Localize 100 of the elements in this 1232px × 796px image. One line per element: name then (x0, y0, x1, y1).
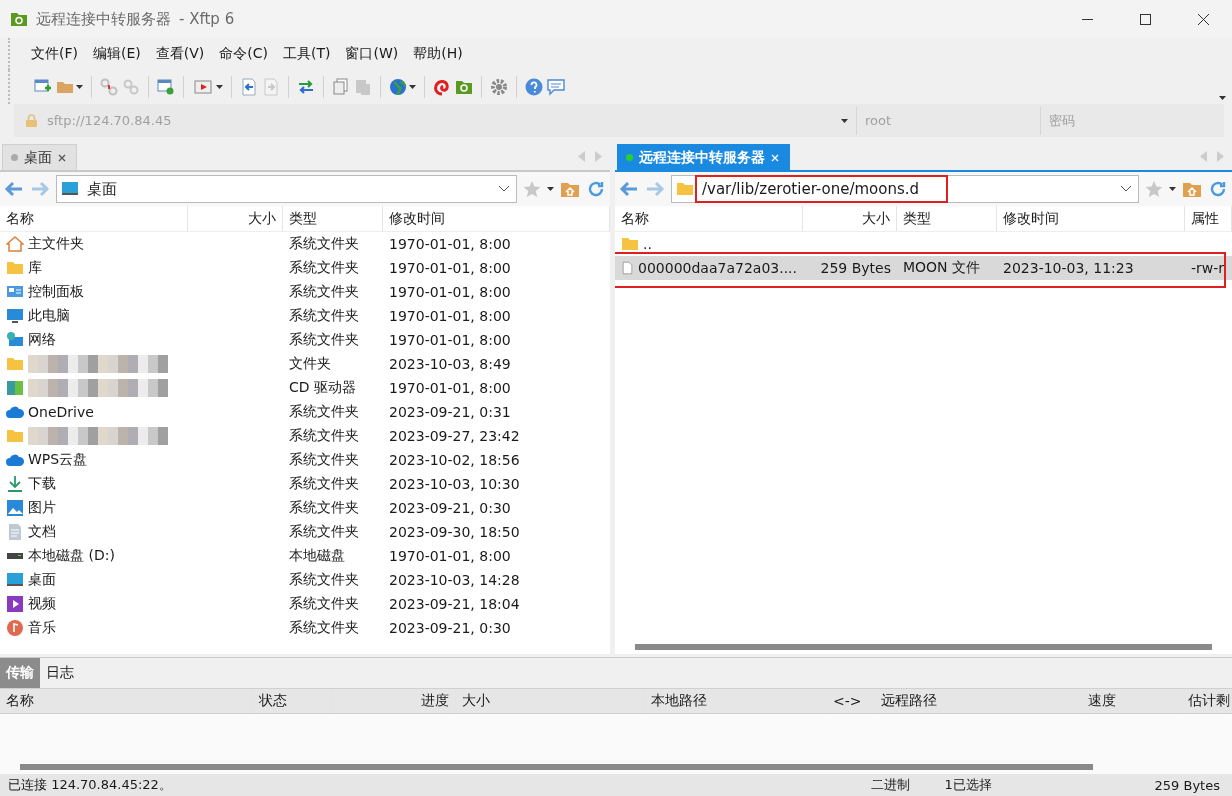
column-header[interactable]: 大小 (188, 206, 283, 232)
close-icon[interactable] (58, 153, 66, 162)
file-type: 系统文件夹 (289, 283, 359, 302)
file-name[interactable]: WPS云盘 (28, 451, 88, 470)
file-name[interactable]: 音乐 (28, 619, 56, 638)
file-row[interactable]: 桌面 系统文件夹 2023-10-03, 14:28 (0, 568, 610, 593)
column-header[interactable]: 状态 (253, 688, 332, 713)
menu-item[interactable]: 窗口(W) (338, 42, 406, 65)
tab-left-icon[interactable] (1200, 151, 1207, 163)
file-row[interactable]: 库 系统文件夹 1970-01-01, 8:00 (0, 256, 610, 281)
file-name[interactable]: 视频 (28, 595, 56, 614)
menu-item[interactable]: 查看(V) (148, 42, 212, 65)
home-folder-icon[interactable] (560, 180, 580, 199)
file-row[interactable]: 网络 系统文件夹 1970-01-01, 8:00 (0, 328, 610, 353)
menu-item[interactable]: 帮助(H) (406, 42, 470, 65)
file-row[interactable]: CD 驱动器 1970-01-01, 8:00 (0, 376, 610, 401)
selection-size: 259 Bytes (1154, 777, 1220, 793)
music-icon (6, 619, 24, 638)
column-header[interactable]: 大小 (456, 688, 645, 713)
file-row[interactable]: 系统文件夹 2023-09-27, 23:42 (0, 424, 610, 449)
column-header[interactable]: 速度 (1082, 688, 1182, 713)
file-row[interactable]: 000000daa7a72a03.... 259 Bytes MOON 文件 2023-10-03, 11:23 -rw-r (615, 256, 1232, 281)
file-name[interactable]: 图片 (28, 499, 56, 518)
column-header[interactable]: 类型 (283, 206, 383, 232)
star-icon[interactable] (1145, 180, 1163, 199)
file-row[interactable]: 主文件夹 系统文件夹 1970-01-01, 8:00 (0, 232, 610, 257)
file-name[interactable]: 本地磁盘 (D:) (28, 547, 115, 566)
file-name[interactable]: 库 (28, 259, 42, 278)
column-header[interactable]: 修改时间 (997, 206, 1185, 232)
column-header[interactable]: 本地路径 (645, 688, 827, 713)
file-row[interactable]: 此电脑 系统文件夹 1970-01-01, 8:00 (0, 304, 610, 329)
column-header[interactable]: <-> (827, 688, 875, 713)
modified-date: 2023-09-21, 0:31 (389, 404, 511, 421)
file-name[interactable]: 主文件夹 (28, 235, 84, 254)
overflow-caret-icon[interactable] (1219, 95, 1226, 100)
column-header[interactable]: 类型 (897, 206, 997, 232)
file-row[interactable]: OneDrive 系统文件夹 2023-09-21, 0:31 (0, 400, 610, 425)
column-header[interactable]: 修改时间 (383, 206, 610, 232)
document-arrow-icon (262, 77, 280, 96)
file-row[interactable]: 控制面板 系统文件夹 1970-01-01, 8:00 (0, 280, 610, 305)
file-name[interactable]: 此电脑 (28, 307, 70, 326)
panel-tab[interactable]: 远程连接中转服务器 (617, 144, 790, 171)
back-icon[interactable] (4, 181, 24, 198)
panel-tab[interactable]: 桌面 (2, 144, 77, 171)
file-row[interactable]: 下载 系统文件夹 2023-10-03, 10:30 (0, 472, 610, 497)
column-header[interactable]: 估计剩 (1182, 688, 1232, 713)
scrollbar[interactable] (635, 643, 1212, 650)
file-name[interactable]: OneDrive (28, 404, 94, 421)
column-header[interactable]: 大小 (803, 206, 897, 232)
scrollbar[interactable] (20, 764, 1093, 771)
tab-left-icon[interactable] (578, 151, 585, 163)
file-name[interactable]: 桌面 (28, 571, 56, 590)
path-field[interactable]: /var/lib/zerotier-one/moons.d (671, 175, 1139, 204)
menu-item[interactable]: 文件(F) (24, 42, 85, 65)
caret-icon[interactable] (841, 118, 848, 123)
tab-right-icon[interactable] (1217, 151, 1224, 163)
file-row[interactable]: 文档 系统文件夹 2023-09-30, 18:50 (0, 520, 610, 545)
file-type: CD 驱动器 (289, 379, 356, 398)
home-folder-icon[interactable] (1182, 180, 1202, 199)
modified-date: 1970-01-01, 8:00 (389, 548, 511, 565)
chevron-down-icon[interactable] (1120, 185, 1132, 194)
column-header[interactable]: 名称 (0, 206, 188, 232)
file-name[interactable]: 文档 (28, 523, 56, 542)
file-row[interactable]: 图片 系统文件夹 2023-09-21, 0:30 (0, 496, 610, 521)
file-name[interactable]: 000000daa7a72a03.... (638, 260, 797, 277)
column-header[interactable]: 名称 (0, 688, 253, 713)
forward-icon[interactable] (645, 181, 665, 198)
star-icon[interactable] (523, 180, 541, 199)
file-name[interactable]: 下载 (28, 475, 56, 494)
file-row[interactable]: 文件夹 2023-10-03, 8:49 (0, 352, 610, 377)
chevron-down-icon[interactable] (498, 185, 510, 194)
document-arrow-icon (240, 77, 258, 96)
column-header[interactable]: 名称 (615, 206, 803, 232)
file-name[interactable]: 控制面板 (28, 283, 84, 302)
column-header[interactable]: 进度 (332, 688, 456, 713)
file-name[interactable]: 网络 (28, 331, 56, 350)
tab-right-icon[interactable] (595, 151, 602, 163)
modified-date: 1970-01-01, 8:00 (389, 332, 511, 349)
file-attributes: -rw-r (1191, 260, 1225, 277)
menu-item[interactable]: 命令(C) (212, 42, 275, 65)
maximize-icon (1139, 13, 1151, 25)
column-header[interactable]: 远程路径 (875, 688, 1082, 713)
file-row[interactable]: 本地磁盘 (D:) 本地磁盘 1970-01-01, 8:00 (0, 544, 610, 569)
forward-icon[interactable] (30, 181, 50, 198)
transfer-tab[interactable]: 日志 (40, 657, 80, 688)
back-icon[interactable] (619, 181, 639, 198)
menu-item[interactable]: 编辑(E) (86, 42, 148, 65)
path-field[interactable]: 桌面 (56, 175, 517, 204)
modified-date: 1970-01-01, 8:00 (389, 380, 511, 397)
file-row[interactable]: WPS云盘 系统文件夹 2023-10-02, 18:56 (0, 448, 610, 473)
column-header[interactable]: 属性 (1185, 206, 1232, 232)
file-type: 文件夹 (289, 355, 331, 374)
file-row[interactable]: 视频 系统文件夹 2023-09-21, 18:04 (0, 592, 610, 617)
file-row[interactable]: .. (615, 232, 1232, 257)
file-name[interactable]: .. (643, 236, 652, 253)
modified-date: 1970-01-01, 8:00 (389, 284, 511, 301)
swirl-icon (433, 77, 451, 96)
menu-item[interactable]: 工具(T) (276, 42, 338, 65)
file-row[interactable]: 音乐 系统文件夹 2023-09-21, 0:30 (0, 616, 610, 641)
url-input[interactable]: sftp://124.70.84.45 (47, 113, 347, 129)
